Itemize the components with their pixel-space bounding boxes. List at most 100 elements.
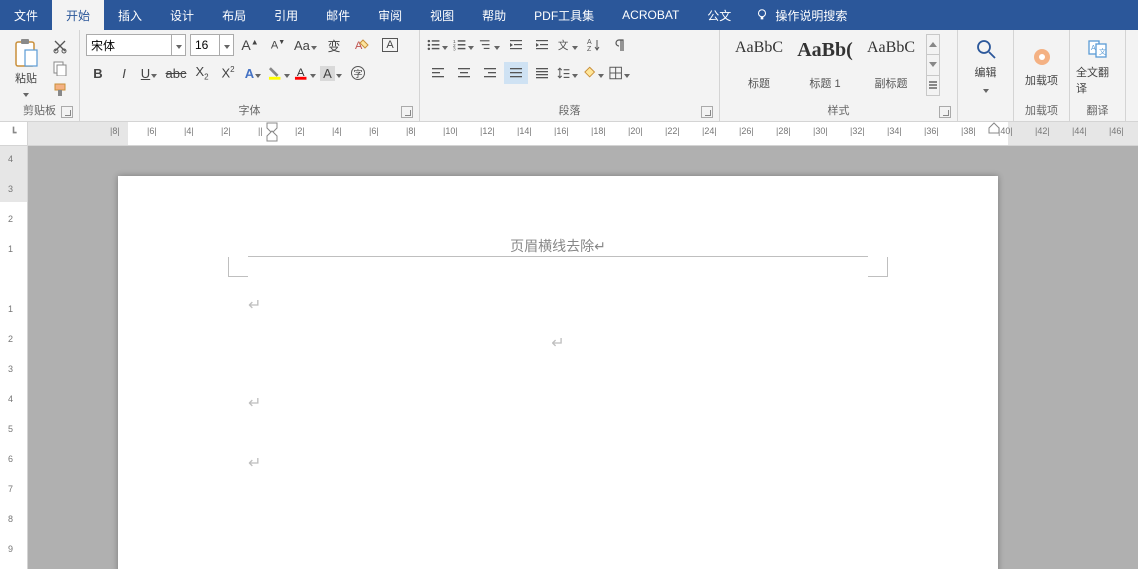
tab-home[interactable]: 开始 <box>52 0 104 30</box>
font-size-input[interactable] <box>191 35 219 55</box>
font-name-combo[interactable] <box>86 34 186 56</box>
svg-text:文: 文 <box>1099 47 1106 56</box>
tell-me-search[interactable]: 操作说明搜索 <box>745 0 857 30</box>
ruler-tick: |16| <box>554 126 569 136</box>
phonetic-guide-button[interactable]: 变 <box>322 34 346 56</box>
paragraph-dialog-launcher[interactable] <box>701 106 713 118</box>
font-color-button[interactable]: A <box>294 62 318 84</box>
svg-text:文: 文 <box>558 39 569 52</box>
font-name-dropdown-icon[interactable] <box>171 35 185 55</box>
borders-button[interactable] <box>608 62 632 84</box>
shading-button[interactable] <box>582 62 606 84</box>
bullets-button[interactable] <box>426 34 450 56</box>
tab-insert[interactable]: 插入 <box>104 0 156 30</box>
tab-acrobat[interactable]: ACROBAT <box>608 0 693 30</box>
vertical-ruler[interactable]: 4321123456789 <box>0 146 28 569</box>
font-size-combo[interactable] <box>190 34 234 56</box>
ruler-tick: 7 <box>8 484 13 494</box>
header-text[interactable]: 页眉横线去除↵ <box>248 236 868 256</box>
clear-format-button[interactable]: A <box>350 34 374 56</box>
tab-design[interactable]: 设计 <box>156 0 208 30</box>
sort-button[interactable]: AZ <box>582 34 606 56</box>
group-styles-label: 样式 <box>828 105 850 117</box>
ruler-tick: |8| <box>110 126 120 136</box>
header-corner-br-icon <box>868 257 888 277</box>
style-title[interactable]: AaBbC 标题 <box>726 34 792 96</box>
ruler-tick: |20| <box>628 126 643 136</box>
increase-indent-button[interactable] <box>530 34 554 56</box>
enclose-char-button[interactable]: 字 <box>346 62 370 84</box>
ruler-tick: 1 <box>8 304 13 314</box>
tab-help[interactable]: 帮助 <box>468 0 520 30</box>
copy-icon[interactable] <box>52 60 68 76</box>
styles-scroll-down-icon[interactable] <box>927 55 939 75</box>
group-paragraph: 123 文 AZ 段落 <box>420 30 720 121</box>
numbering-button[interactable]: 123 <box>452 34 476 56</box>
multilevel-list-button[interactable] <box>478 34 502 56</box>
asian-layout-button[interactable]: 文 <box>556 34 580 56</box>
style-heading1[interactable]: AaBb( 标题 1 <box>792 34 858 96</box>
tab-file[interactable]: 文件 <box>0 0 52 30</box>
align-center-button[interactable] <box>452 62 476 84</box>
ruler-tick: |26| <box>739 126 754 136</box>
find-button[interactable]: 编辑 <box>964 34 1007 100</box>
cut-icon[interactable] <box>52 38 68 54</box>
tab-selector[interactable]: ┗ <box>0 122 28 145</box>
styles-gallery-scroll[interactable] <box>926 34 940 96</box>
svg-text:A: A <box>587 39 592 46</box>
tab-view[interactable]: 视图 <box>416 0 468 30</box>
bold-button[interactable]: B <box>86 62 110 84</box>
grow-font-button[interactable]: A▲ <box>238 34 262 56</box>
ruler-tick: 4 <box>8 154 13 164</box>
align-right-button[interactable] <box>478 62 502 84</box>
line-spacing-button[interactable] <box>556 62 580 84</box>
show-marks-button[interactable] <box>608 34 632 56</box>
style-subtitle[interactable]: AaBbC 副标题 <box>858 34 924 96</box>
ruler-tick: |28| <box>776 126 791 136</box>
font-dialog-launcher[interactable] <box>401 106 413 118</box>
font-name-input[interactable] <box>87 35 171 55</box>
translate-btn-label: 全文翻译 <box>1076 64 1119 96</box>
decrease-indent-button[interactable] <box>504 34 528 56</box>
translate-button[interactable]: A文 全文翻译 <box>1076 34 1119 100</box>
paragraph-mark: ↵ <box>248 455 261 472</box>
ruler-tick: |14| <box>517 126 532 136</box>
superscript-button[interactable]: X2 <box>216 62 240 84</box>
tab-references[interactable]: 引用 <box>260 0 312 30</box>
styles-more-icon[interactable] <box>927 76 939 95</box>
strikethrough-button[interactable]: abc <box>164 62 188 84</box>
font-size-dropdown-icon[interactable] <box>219 35 233 55</box>
styles-scroll-up-icon[interactable] <box>927 35 939 55</box>
header-zone[interactable]: 页眉横线去除↵ <box>118 206 998 265</box>
tab-pdf-tools[interactable]: PDF工具集 <box>520 0 608 30</box>
text-effects-button[interactable]: A <box>242 62 266 84</box>
tab-review[interactable]: 审阅 <box>364 0 416 30</box>
paste-button[interactable]: 粘贴 <box>6 34 46 100</box>
styles-dialog-launcher[interactable] <box>939 106 951 118</box>
clipboard-icon <box>12 38 40 68</box>
align-distributed-button[interactable] <box>530 62 554 84</box>
align-left-button[interactable] <box>426 62 450 84</box>
change-case-button[interactable]: Aa <box>294 34 318 56</box>
indent-marker-icon[interactable] <box>266 122 278 142</box>
character-border-button[interactable]: A <box>378 34 402 56</box>
format-painter-icon[interactable] <box>52 82 68 98</box>
tab-gongwen[interactable]: 公文 <box>693 0 745 30</box>
horizontal-ruler[interactable]: |8||6||4||2||||2||4||6||8||10||12||14||1… <box>28 122 1138 145</box>
shrink-font-button[interactable]: A▼ <box>266 34 290 56</box>
document-canvas[interactable]: 页眉横线去除↵ ↵ ↵ ↵ ↵ <box>28 146 1138 569</box>
align-justify-button[interactable] <box>504 62 528 84</box>
svg-text:Z: Z <box>587 46 592 53</box>
addin-button[interactable]: 加载项 <box>1020 34 1063 100</box>
italic-button[interactable]: I <box>112 62 136 84</box>
char-shading-button[interactable]: A <box>320 62 344 84</box>
paragraph-mark: ↵ <box>248 395 261 412</box>
tab-layout[interactable]: 布局 <box>208 0 260 30</box>
underline-button[interactable]: U <box>138 62 162 84</box>
clipboard-dialog-launcher[interactable] <box>61 106 73 118</box>
ruler-tick: |6| <box>369 126 379 136</box>
highlight-button[interactable] <box>268 62 292 84</box>
subscript-button[interactable]: X2 <box>190 62 214 84</box>
ruler-tick: |2| <box>221 126 231 136</box>
tab-mailings[interactable]: 邮件 <box>312 0 364 30</box>
